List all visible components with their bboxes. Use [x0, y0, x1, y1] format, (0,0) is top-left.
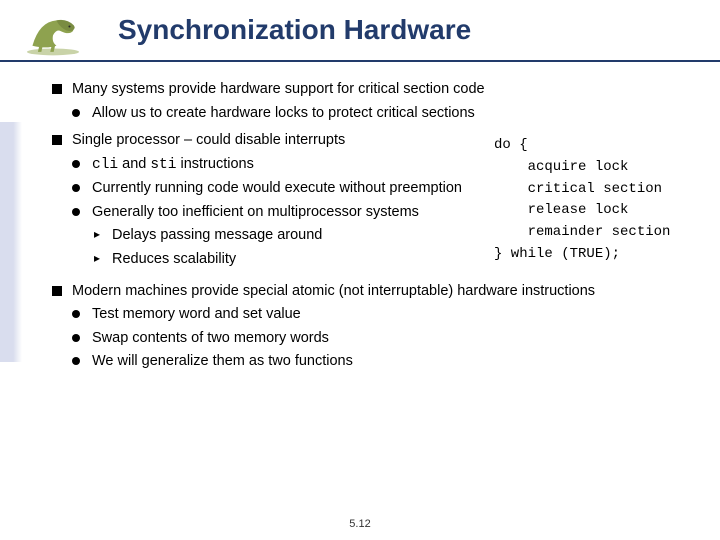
- bullet-text: Test memory word and set value: [92, 306, 301, 322]
- subbullet-cli-sti: cli and sti instructions: [72, 155, 480, 176]
- dinosaur-logo-icon: [18, 8, 88, 56]
- subbullet-no-preemption: Currently running code would execute wit…: [72, 179, 480, 199]
- bullet-text: instructions: [176, 156, 253, 172]
- pseudocode-block: do { acquire lock critical section relea…: [494, 131, 704, 265]
- bullet-text: Generally too inefficient on multiproces…: [92, 204, 419, 220]
- bullet-hardware-support: Many systems provide hardware support fo…: [52, 80, 704, 123]
- bullet-atomic-instructions: Modern machines provide special atomic (…: [52, 282, 704, 372]
- bullet-text: Many systems provide hardware support fo…: [72, 81, 485, 97]
- code-inline: sti: [150, 157, 176, 173]
- bullet-text: Allow us to create hardware locks to pro…: [92, 105, 475, 121]
- slide-content: Many systems provide hardware support fo…: [0, 62, 720, 372]
- subbullet-swap: Swap contents of two memory words: [72, 329, 704, 349]
- subbullet-test-set: Test memory word and set value: [72, 305, 704, 325]
- bullet-text: Delays passing message around: [112, 227, 322, 243]
- bullet-text: Reduces scalability: [112, 251, 236, 267]
- bullet-text: Modern machines provide special atomic (…: [72, 283, 595, 299]
- slide-title: Synchronization Hardware: [118, 14, 471, 46]
- bullet-text: Currently running code would execute wit…: [92, 180, 462, 196]
- bullet-text: Single processor – could disable interru…: [72, 132, 345, 148]
- bullet-text: Swap contents of two memory words: [92, 330, 329, 346]
- subsubbullet-scalability: Reduces scalability: [92, 250, 480, 270]
- subsubbullet-delays: Delays passing message around: [92, 226, 480, 246]
- subbullet-generalize: We will generalize them as two functions: [72, 352, 704, 372]
- subbullet-hardware-locks: Allow us to create hardware locks to pro…: [72, 104, 704, 124]
- slide-header: Synchronization Hardware: [0, 0, 720, 56]
- subbullet-inefficient-mp: Generally too inefficient on multiproces…: [72, 203, 480, 270]
- bullet-single-processor: Single processor – could disable interru…: [52, 131, 704, 273]
- page-number: 5.12: [0, 518, 720, 530]
- code-inline: cli: [92, 157, 118, 173]
- bullet-text: We will generalize them as two functions: [92, 353, 353, 369]
- bullet-text: and: [118, 156, 150, 172]
